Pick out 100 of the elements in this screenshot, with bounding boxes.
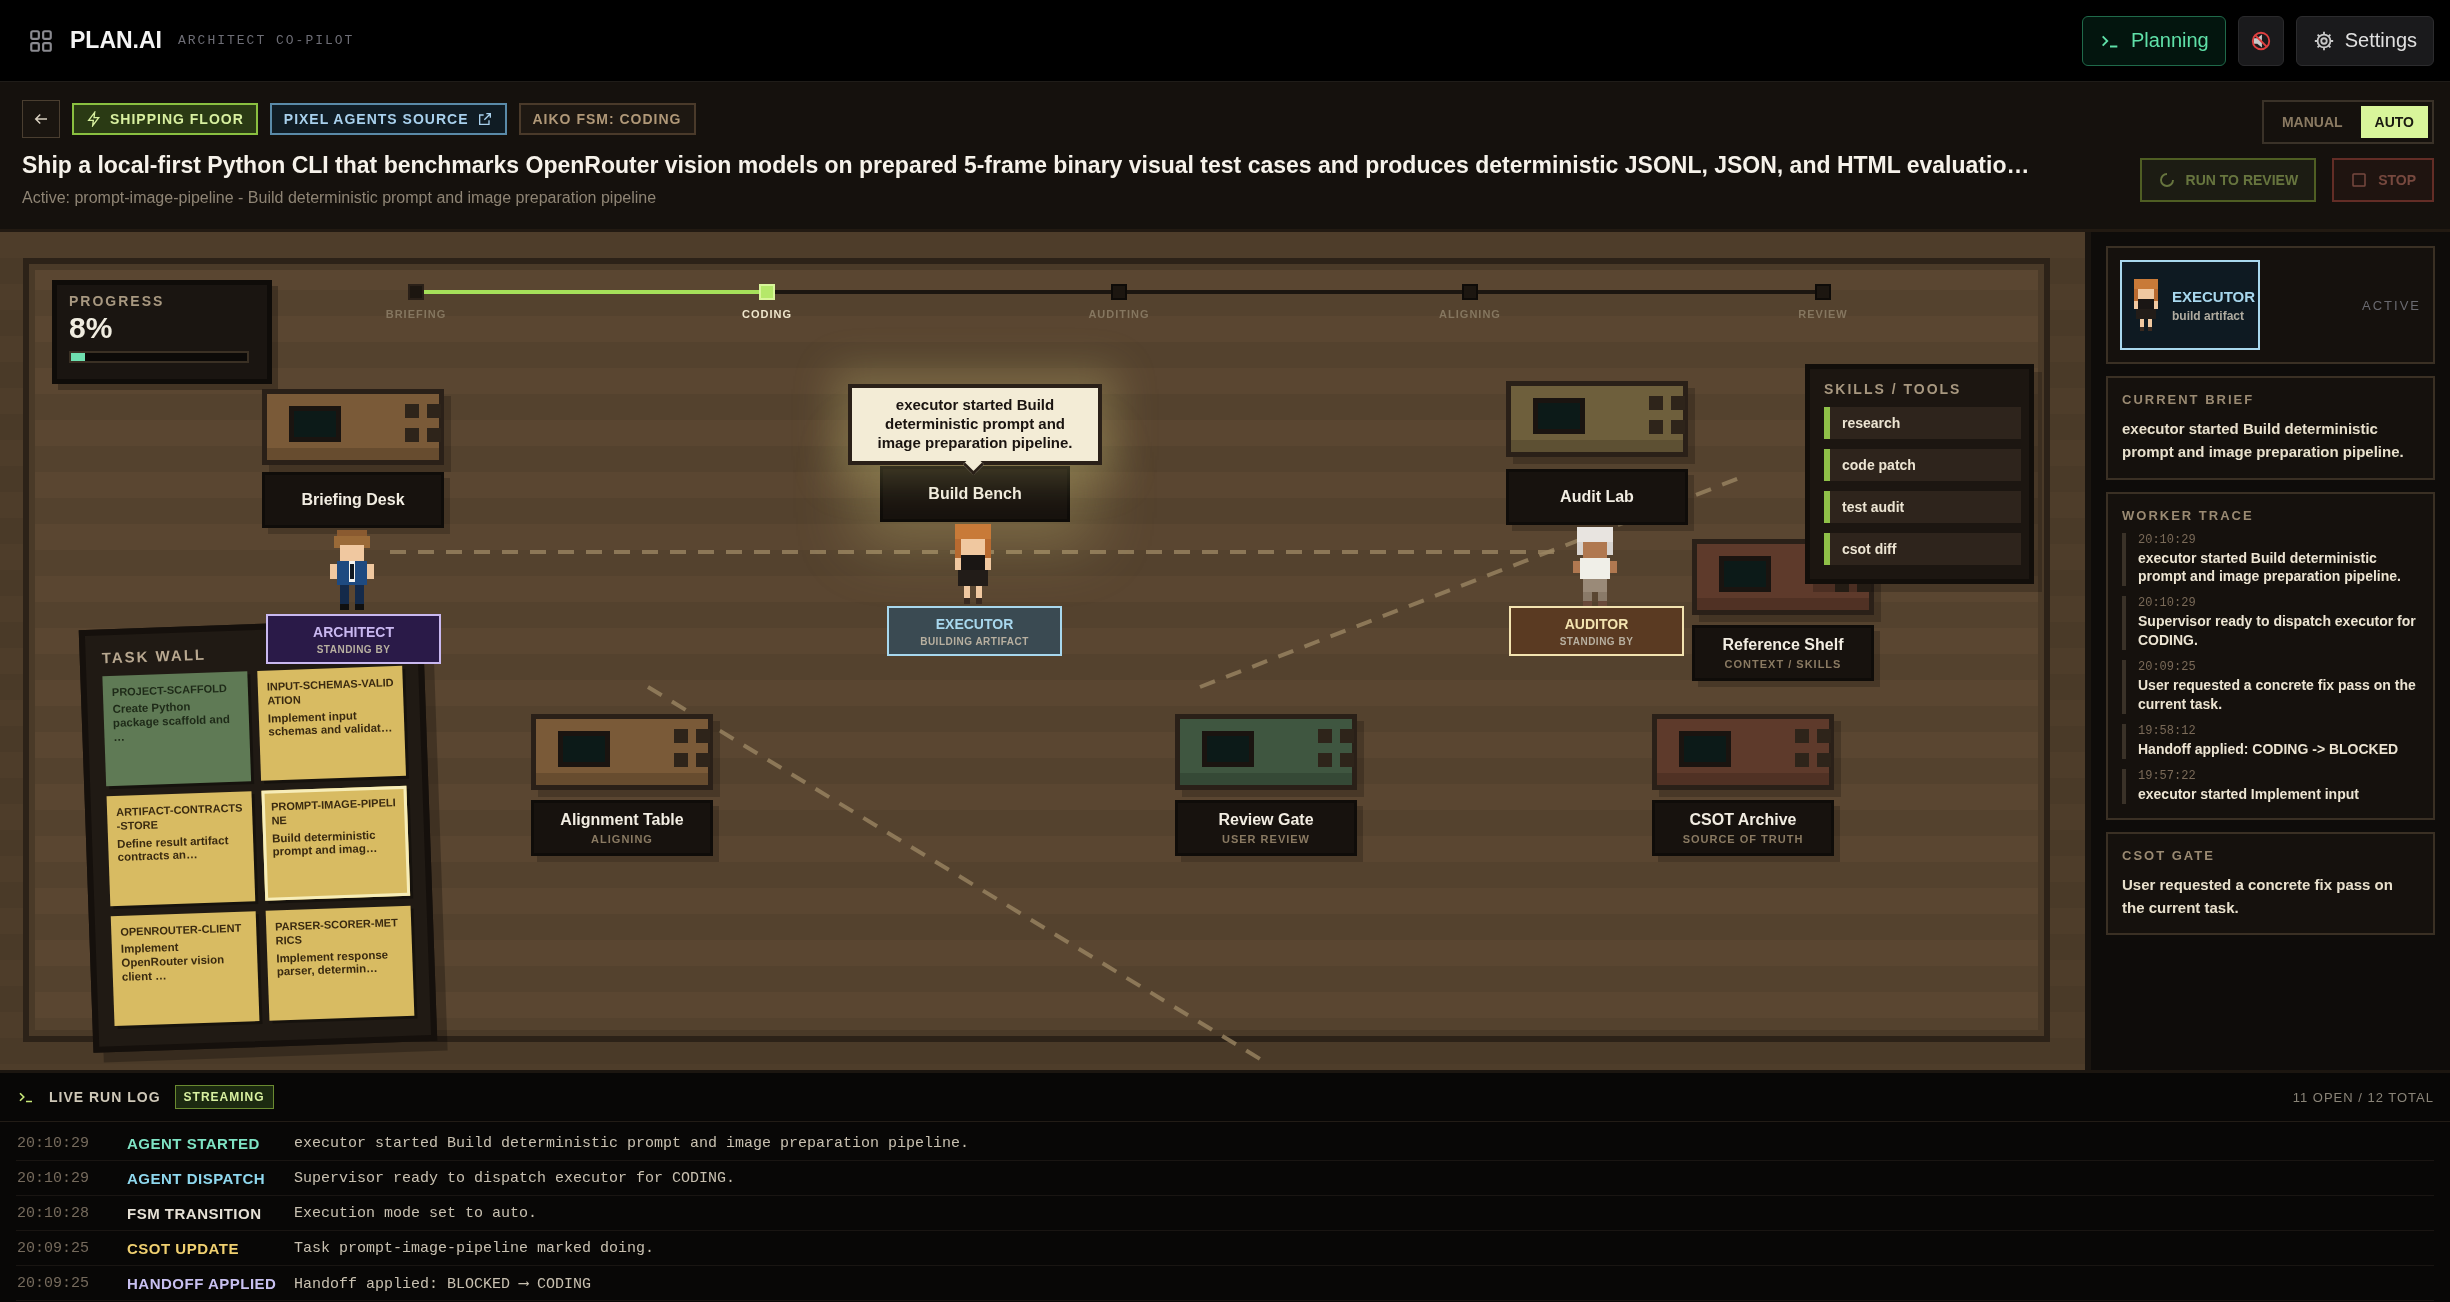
station-name: Alignment Table: [560, 811, 684, 829]
tag-button[interactable]: SHIPPING FLOOR: [72, 103, 258, 135]
log-event: HANDOFF APPLIED: [127, 1274, 278, 1292]
mode-option[interactable]: MANUAL: [2267, 106, 2357, 138]
tag-button[interactable]: PIXEL AGENTS SOURCE: [269, 103, 507, 135]
stage-label: CODING: [741, 308, 793, 320]
task-card[interactable]: PROMPT-IMAGE-PIPELINE Build deterministic prompt and imag…: [261, 785, 411, 901]
task-card-text: Create Python package scaffold and …: [112, 699, 232, 745]
station-subtitle: SOURCE OF TRUTH: [1682, 833, 1804, 845]
log-message: Task prompt-image-pipeline marked doing.: [294, 1239, 655, 1257]
trace-text: User requested a concrete fix pass on the current task.: [2138, 676, 2417, 714]
agent-status: STANDING BY: [316, 643, 391, 655]
trace-text: Handoff applied: CODING -> BLOCKED: [2138, 739, 2400, 759]
spinner-icon: [2157, 171, 2176, 189]
trace-time: 20:10:29: [2138, 596, 2197, 611]
station-name: Review Gate: [1218, 811, 1314, 829]
agent-name: EXECUTOR: [935, 615, 1014, 632]
trace-time: 19:57:22: [2138, 768, 2197, 783]
trace-time: 20:10:29: [2138, 532, 2197, 547]
task-card-text: Implement input schemas and validat…: [267, 708, 394, 740]
task-card-text: Define result artifact contracts an…: [117, 833, 230, 866]
log-message: Execution mode set to auto.: [294, 1204, 538, 1222]
agent-status: STANDING BY: [1559, 635, 1634, 647]
task-card-text: Build deterministic prompt and imag…: [271, 827, 379, 860]
skill-item[interactable]: code patch: [1824, 449, 2021, 481]
grid-icon: [28, 27, 54, 54]
agent-name: AUDITOR: [1564, 615, 1629, 632]
trace-text: executor started Implement input: [2138, 784, 2360, 804]
agent-status: BUILDING ARTIFACT: [920, 635, 1029, 647]
task-card-text: Implement response parser, determin…: [276, 947, 390, 980]
task-count: 11 OPEN / 12 TOTAL: [2292, 1089, 2434, 1105]
log-time: 20:10:29: [16, 1169, 90, 1187]
trace-text: Supervisor ready to dispatch executor for CODING.: [2138, 612, 2417, 651]
planning-button[interactable]: Planning: [2081, 15, 2226, 66]
task-card[interactable]: OPENROUTER-CLIENT Implement OpenRouter vision client …: [110, 911, 260, 1027]
task-title: Ship a local-first Python CLI that benchmarks OpenRouter vision models on prepared 5-frame binary visual test cases and produces deterministic JSONL, JSON, and HTML evaluatio…: [22, 152, 2030, 179]
streaming-badge: STREAMING: [174, 1085, 274, 1109]
log-event: CSOT UPDATE: [127, 1239, 240, 1257]
task-card[interactable]: ARTIFACT-CONTRACTS-STORE Define result artifact contracts an…: [106, 791, 256, 907]
progress-value: 8%: [69, 311, 114, 345]
task-card-title: PROMPT-IMAGE-PIPELINE: [270, 795, 397, 829]
card-heading: CURRENT BRIEF: [2122, 392, 2256, 407]
active-task-text: Active: prompt-image-pipeline - Build deterministic prompt and image preparation pipeline: [22, 189, 658, 207]
trace-text: executor started Build deterministic prompt and image preparation pipeline.: [2138, 548, 2402, 587]
lightning-icon: [86, 111, 102, 127]
log-message: Handoff applied: BLOCKED ⟶ CODING: [294, 1274, 592, 1293]
log-time: 20:09:25: [16, 1239, 90, 1257]
stop-icon: [2350, 171, 2369, 189]
log-message: executor started Build deterministic prompt and image preparation pipeline.: [294, 1134, 970, 1152]
mute-button[interactable]: [2237, 15, 2284, 66]
speech-bubble: executor started Build deterministic prompt and image preparation pipeline.: [848, 384, 1102, 465]
skill-item[interactable]: test audit: [1824, 491, 2021, 523]
skills-title: SKILLS / TOOLS: [1824, 381, 1963, 397]
agent-status: ACTIVE: [2362, 297, 2421, 313]
settings-icon: [2312, 29, 2335, 52]
agent-name: ARCHITECT: [313, 623, 394, 640]
trace-time: 19:58:12: [2138, 723, 2197, 738]
skill-item[interactable]: research: [1824, 407, 2021, 439]
card-heading: WORKER TRACE: [2122, 507, 2255, 523]
task-card[interactable]: PARSER-SCORER-METRICS Implement response parser, determin…: [265, 905, 415, 1021]
agent-name: EXECUTOR: [2172, 287, 2256, 305]
log-event: FSM TRANSITION: [127, 1204, 263, 1222]
task-card-title: PROJECT-SCAFFOLD: [111, 681, 228, 700]
station-name: Briefing Desk: [301, 491, 405, 509]
skill-item[interactable]: csot diff: [1824, 533, 2021, 565]
station-name: Audit Lab: [1560, 488, 1634, 506]
back-button[interactable]: [22, 100, 60, 138]
station-subtitle: ALIGNING: [591, 833, 653, 845]
app-subtitle: ARCHITECT CO-PILOT: [178, 33, 355, 48]
trace-time: 20:09:25: [2138, 660, 2197, 675]
station-subtitle: CONTEXT / SKILLS: [1724, 658, 1842, 670]
station-name: Build Bench: [928, 485, 1022, 503]
task-card[interactable]: INPUT-SCHEMAS-VALIDATION Implement input schemas and validat…: [257, 665, 406, 781]
progress-label: PROGRESS: [69, 293, 166, 309]
log-event: AGENT STARTED: [127, 1134, 261, 1152]
gate-text: User requested a concrete fix pass on the current task.: [2122, 874, 2394, 918]
task-card-title: INPUT-SCHEMAS-VALIDATION: [266, 675, 395, 709]
card-heading: CSOT GATE: [2122, 847, 2216, 863]
task-card-title: OPENROUTER-CLIENT: [120, 920, 243, 940]
log-time: 20:09:25: [16, 1274, 90, 1292]
tag-button[interactable]: AIKO FSM: CODING: [518, 103, 696, 135]
task-card-text: Implement OpenRouter vision client …: [120, 940, 226, 985]
log-event: AGENT DISPATCH: [127, 1169, 267, 1187]
app-title: PLAN.AI: [70, 27, 162, 54]
external-link-icon: [476, 111, 493, 127]
log-title: LIVE RUN LOG: [49, 1089, 161, 1105]
log-time: 20:10:28: [16, 1204, 90, 1222]
station-subtitle: USER REVIEW: [1222, 833, 1310, 845]
agent-role: build artifact: [2172, 308, 2245, 323]
station-name: Reference Shelf: [1722, 636, 1844, 654]
brief-text: executor started Build deterministic prompt and image preparation pipeline.: [2122, 419, 2405, 463]
task-card-title: PARSER-SCORER-METRICS: [274, 915, 399, 949]
log-time: 20:10:29: [16, 1134, 90, 1152]
settings-button[interactable]: Settings: [2295, 15, 2434, 66]
muted-speaker-icon: [2249, 29, 2272, 52]
task-card-title: ARTIFACT-CONTRACTS-STORE: [115, 800, 244, 834]
mode-option[interactable]: AUTO: [2360, 106, 2428, 138]
agent-chip[interactable]: EXECUTOR build artifact: [2120, 260, 2260, 350]
log-message: Supervisor ready to dispatch executor for CODING.: [294, 1169, 736, 1187]
station-name: CSOT Archive: [1689, 811, 1797, 829]
